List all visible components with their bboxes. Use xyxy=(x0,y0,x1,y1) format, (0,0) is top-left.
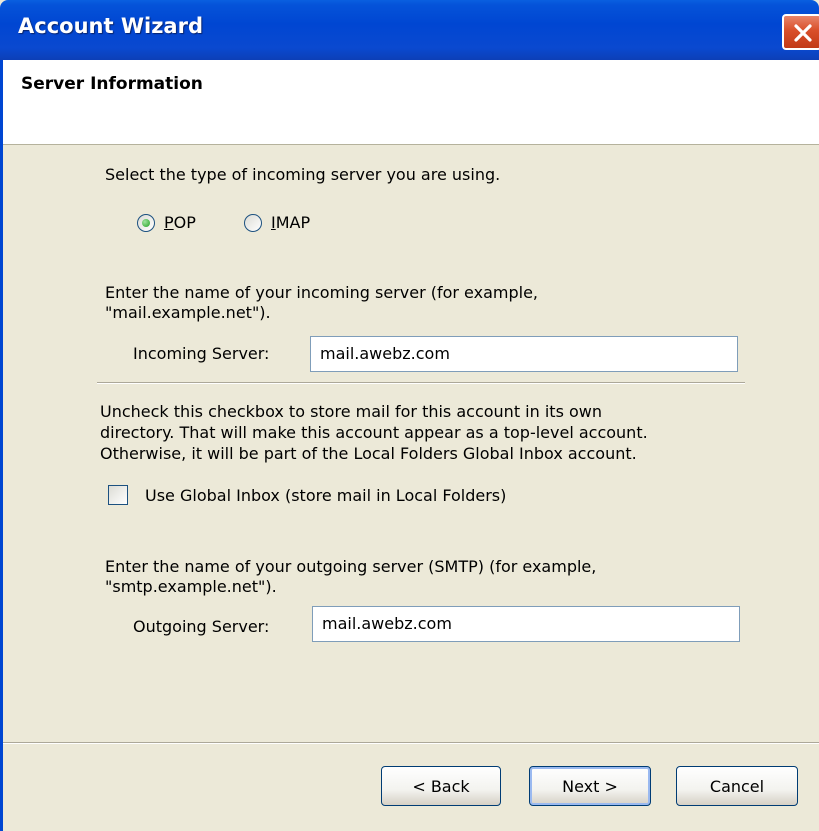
incoming-server-input[interactable]: mail.awebz.com xyxy=(310,336,738,372)
outgoing-server-label: Outgoing Server: xyxy=(133,617,270,636)
cancel-button[interactable]: Cancel xyxy=(676,766,798,806)
back-button[interactable]: < Back xyxy=(381,766,501,806)
pop-access-key: P xyxy=(164,213,174,232)
next-button[interactable]: Next > xyxy=(529,766,651,806)
outgoing-prompt-line1: Enter the name of your outgoing server (… xyxy=(105,557,597,576)
global-inbox-checkbox[interactable] xyxy=(108,485,128,505)
imap-radio-label[interactable]: IMAP xyxy=(271,213,310,233)
global-inbox-desc-line1: Uncheck this checkbox to store mail for … xyxy=(100,402,603,421)
outgoing-prompt-line2: "smtp.example.net"). xyxy=(105,577,277,596)
close-button[interactable] xyxy=(782,14,819,50)
pop-radio-label[interactable]: POP xyxy=(164,213,196,233)
incoming-prompt-line2: "mail.example.net"). xyxy=(105,303,271,322)
pop-label-rest: OP xyxy=(173,213,196,232)
global-inbox-desc-line2: directory. That will make this account a… xyxy=(100,423,648,442)
page-title: Server Information xyxy=(21,74,203,94)
close-icon xyxy=(794,24,812,42)
window-frame-left xyxy=(0,60,3,831)
radio-selected-dot xyxy=(142,219,150,227)
incoming-prompt-line1: Enter the name of your incoming server (… xyxy=(105,283,539,302)
imap-radio[interactable] xyxy=(244,214,262,232)
button-bar-divider xyxy=(3,742,819,744)
imap-label-rest: MAP xyxy=(275,213,311,232)
section-divider xyxy=(97,382,745,384)
header-panel: Server Information xyxy=(3,60,819,145)
pop-radio[interactable] xyxy=(137,214,155,232)
incoming-server-label: Incoming Server: xyxy=(133,344,270,363)
server-type-prompt: Select the type of incoming server you a… xyxy=(105,165,501,184)
global-inbox-label[interactable]: Use Global Inbox (store mail in Local Fo… xyxy=(145,486,506,506)
title-bar[interactable]: Account Wizard xyxy=(0,0,819,60)
global-inbox-desc-line3: Otherwise, it will be part of the Local … xyxy=(100,444,637,463)
window-title: Account Wizard xyxy=(18,14,203,38)
outgoing-server-input[interactable]: mail.awebz.com xyxy=(312,606,740,642)
